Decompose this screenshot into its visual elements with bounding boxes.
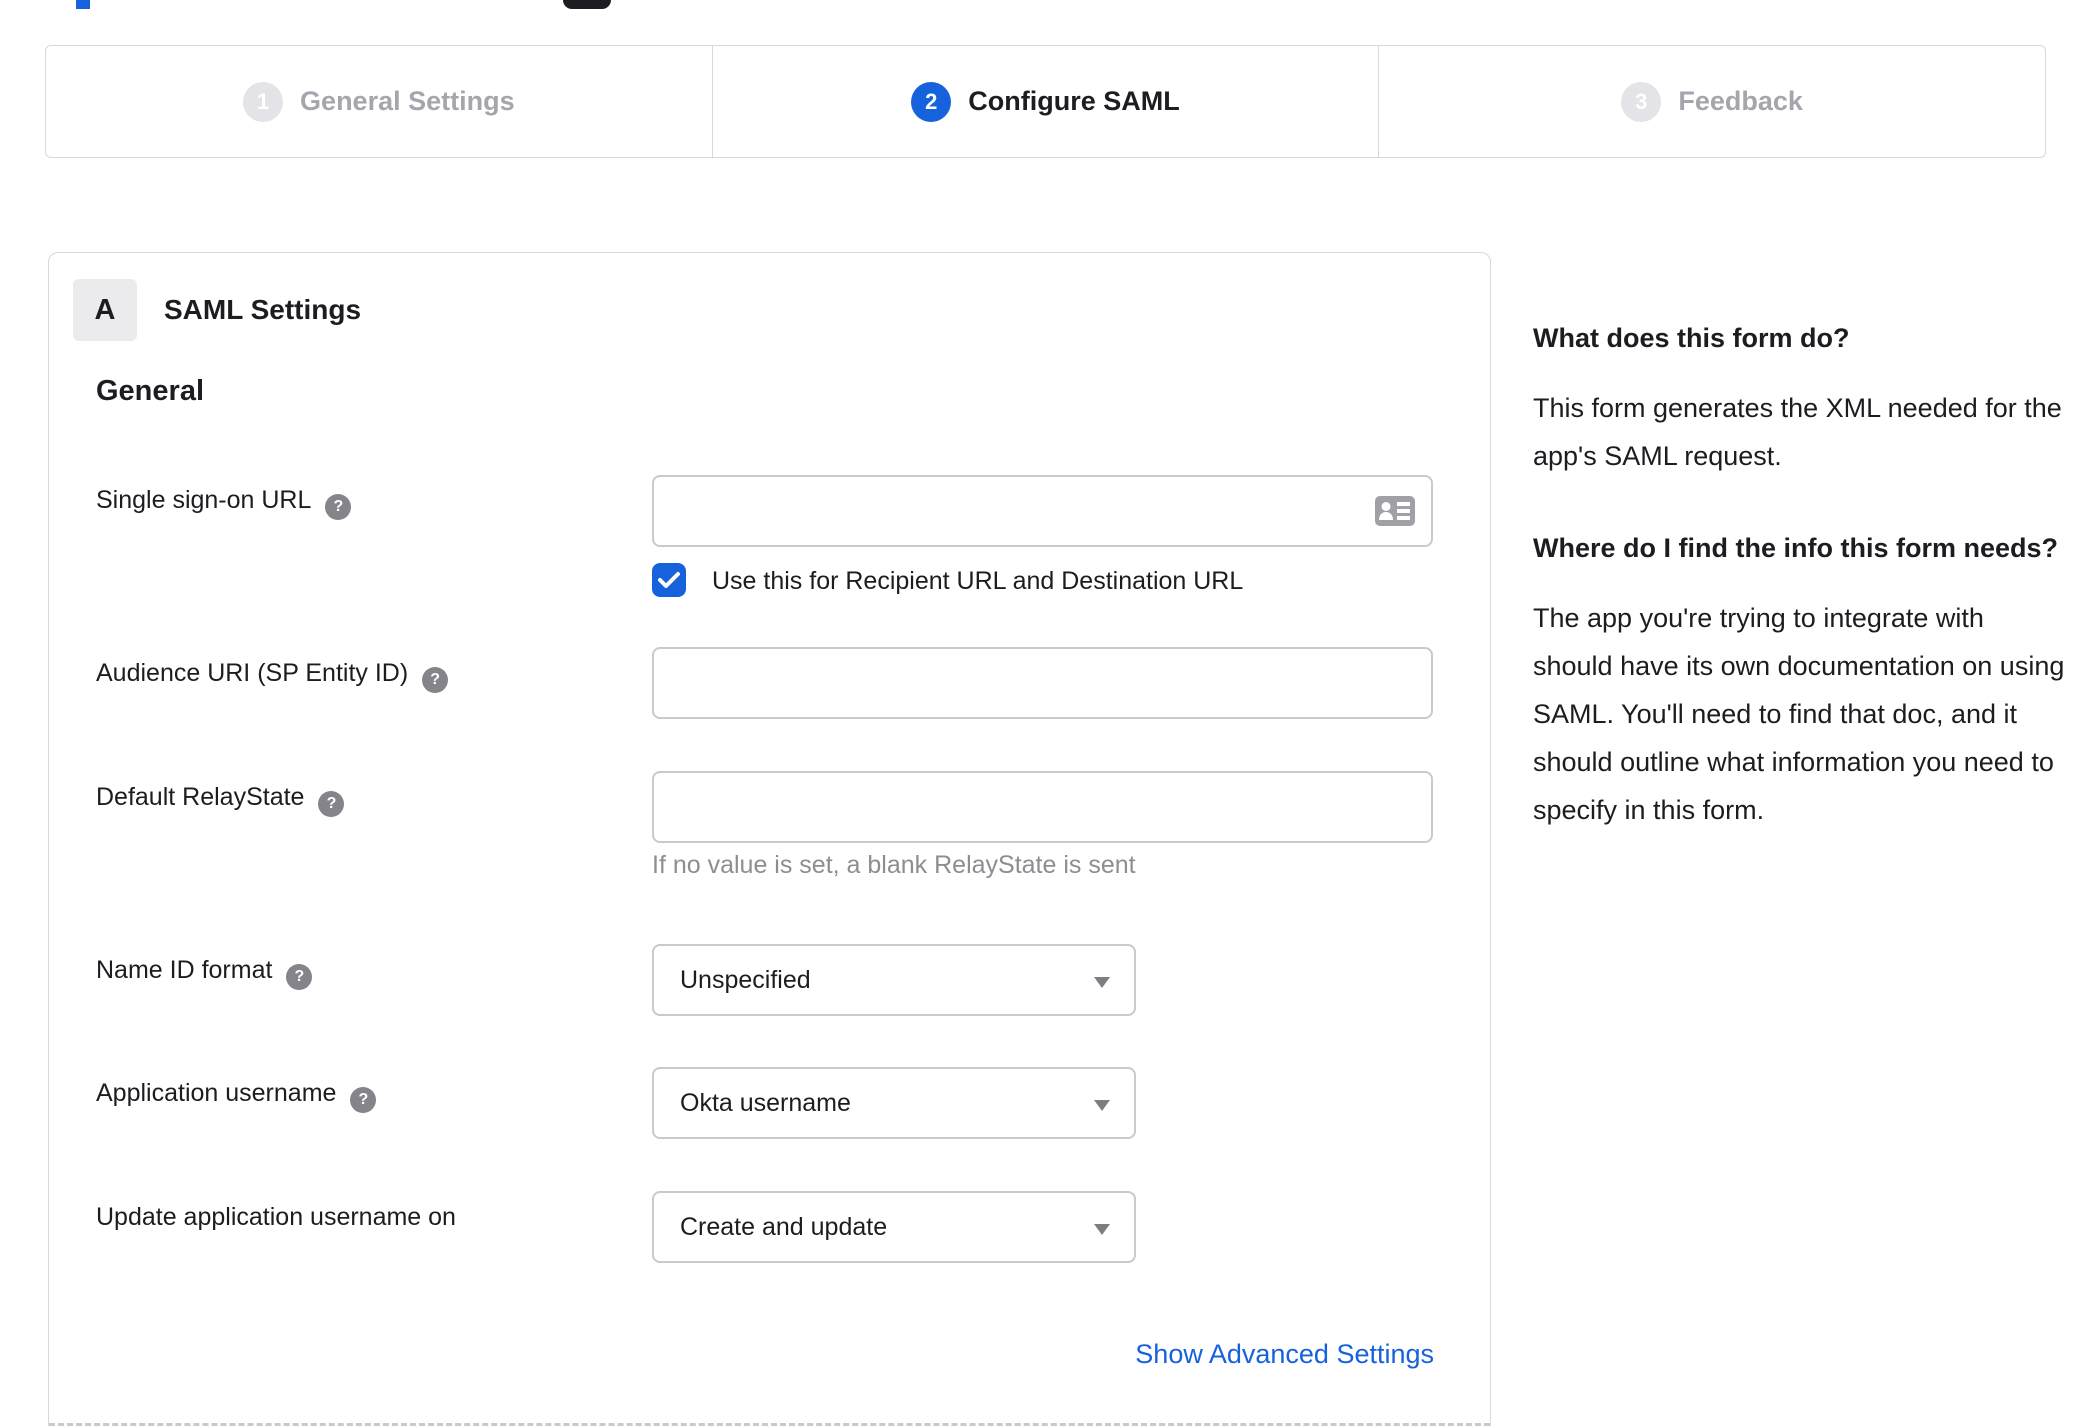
selected-value: Unspecified: [680, 965, 811, 994]
sso-url-input[interactable]: [652, 475, 1433, 547]
step-number-badge: 2: [911, 81, 952, 122]
cutoff-blue-text-fragment: [76, 0, 90, 9]
audience-uri-input[interactable]: [652, 647, 1433, 719]
step-label: General Settings: [300, 86, 515, 116]
default-relaystate-input[interactable]: [652, 771, 1433, 843]
help-icon[interactable]: ?: [318, 791, 345, 817]
caret-down-icon: [1094, 1224, 1110, 1235]
audience-uri-label: Audience URI (SP Entity ID)?: [96, 659, 449, 693]
help-icon[interactable]: ?: [350, 1087, 377, 1113]
help-heading-2: Where do I find the info this form needs…: [1533, 533, 2058, 563]
update-app-username-select[interactable]: Create and update: [652, 1191, 1136, 1263]
name-id-format-select[interactable]: Unspecified: [652, 944, 1136, 1016]
step-number-badge: 1: [243, 81, 284, 122]
recipient-url-checkbox-label: Use this for Recipient URL and Destinati…: [712, 567, 1244, 595]
help-icon[interactable]: ?: [325, 494, 352, 520]
step-label: Feedback: [1678, 86, 1803, 116]
step-feedback[interactable]: 3 Feedback: [1378, 46, 2045, 157]
relaystate-hint: If no value is set, a blank RelayState i…: [652, 851, 1136, 879]
help-icon[interactable]: ?: [286, 964, 313, 990]
step-configure-saml[interactable]: 2 Configure SAML: [711, 46, 1379, 157]
selected-value: Create and update: [680, 1212, 888, 1241]
selected-value: Okta username: [680, 1088, 851, 1117]
default-relaystate-label: Default RelayState?: [96, 783, 345, 817]
help-body-1: This form generates the XML needed for t…: [1533, 393, 2062, 471]
recipient-url-checkbox[interactable]: [652, 563, 686, 597]
saml-settings-card: A SAML Settings General Single sign-on U…: [48, 252, 1491, 1426]
step-number-badge: 3: [1621, 81, 1662, 122]
step-label: Configure SAML: [968, 86, 1180, 116]
caret-down-icon: [1094, 1100, 1110, 1111]
name-id-format-label: Name ID format?: [96, 956, 313, 990]
application-username-label: Application username?: [96, 1079, 377, 1113]
sso-url-label: Single sign-on URL?: [96, 486, 352, 520]
checkmark-icon: [658, 572, 680, 588]
step-general-settings[interactable]: 1 General Settings: [46, 46, 712, 157]
help-body-2: The app you're trying to integrate with …: [1533, 603, 2065, 825]
show-advanced-settings-link[interactable]: Show Advanced Settings: [1135, 1339, 1434, 1370]
cutoff-logo-fragment: [563, 0, 611, 9]
caret-down-icon: [1094, 977, 1110, 988]
update-app-username-label: Update application username on: [96, 1203, 456, 1231]
section-letter-badge: A: [73, 279, 137, 341]
wizard-stepper: 1 General Settings 2 Configure SAML 3 Fe…: [45, 45, 2046, 158]
contact-card-icon[interactable]: [1375, 496, 1415, 526]
help-panel: What does this form do? This form genera…: [1533, 316, 2067, 880]
help-heading-1: What does this form do?: [1533, 323, 1850, 353]
application-username-select[interactable]: Okta username: [652, 1067, 1136, 1139]
section-title: SAML Settings: [164, 294, 362, 325]
help-icon[interactable]: ?: [422, 667, 449, 693]
group-title-general: General: [96, 375, 204, 407]
